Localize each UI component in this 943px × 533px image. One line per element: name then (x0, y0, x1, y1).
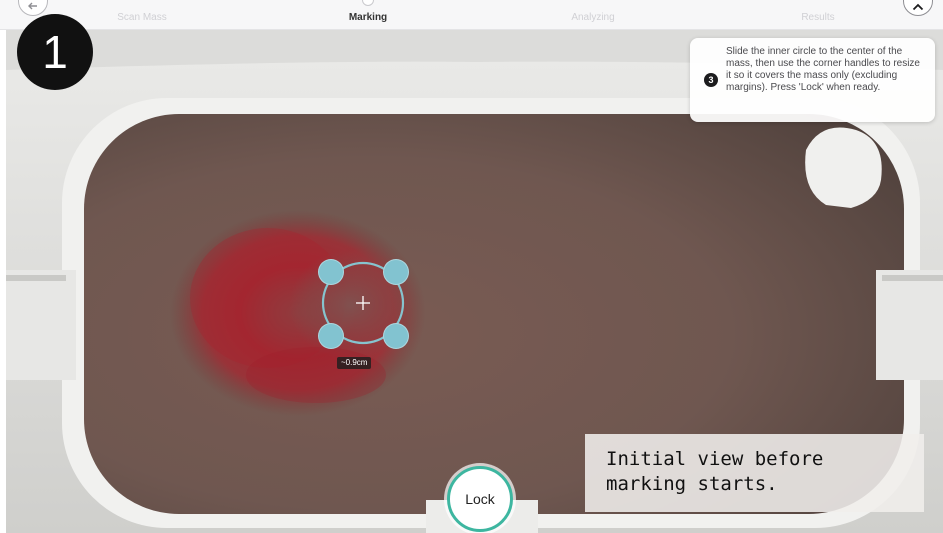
instruction-tooltip: 3 Slide the inner circle to the center o… (690, 38, 935, 122)
step-progress-bar: Scan Mass Marking Analyzing Results (0, 0, 943, 30)
step-scan-mass: Scan Mass (117, 12, 167, 23)
collapse-button[interactable] (903, 0, 933, 16)
step-dot-marking (362, 0, 374, 6)
step-analyzing: Analyzing (571, 12, 615, 23)
size-label: ~0.9cm (337, 357, 372, 369)
resize-handle-bottom-right[interactable] (383, 323, 409, 349)
resize-handle-top-left[interactable] (318, 259, 344, 285)
step-marking: Marking (348, 12, 388, 23)
step-number-badge: 1 (17, 14, 93, 90)
chevron-up-icon (912, 3, 924, 11)
back-button[interactable] (18, 0, 48, 16)
chevron-left-icon (28, 2, 37, 10)
step-results: Results (801, 12, 835, 23)
instruction-text: Slide the inner circle to the center of … (726, 46, 920, 93)
instruction-step-number: 3 (704, 73, 718, 87)
lock-button[interactable]: Lock (447, 466, 513, 532)
resize-handle-top-right[interactable] (383, 259, 409, 285)
resize-handle-bottom-left[interactable] (318, 323, 344, 349)
caption-overlay: Initial view before marking starts. (585, 434, 924, 512)
